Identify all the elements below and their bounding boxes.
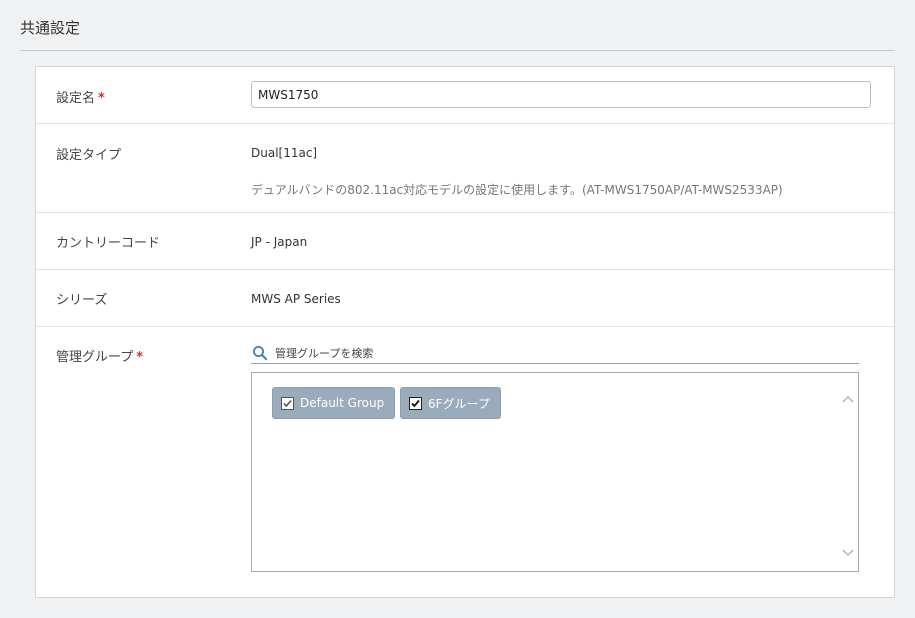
settings-panel: 設定名* 設定タイプ Dual[11ac] デュアルバンドの802.11ac対応… bbox=[35, 66, 895, 598]
group-search-input[interactable] bbox=[273, 343, 857, 363]
scroll-down-chevron-icon[interactable] bbox=[842, 543, 854, 557]
group-chip-default-group[interactable]: Default Group bbox=[272, 387, 396, 419]
series-value: MWS AP Series bbox=[251, 292, 341, 306]
required-mark: * bbox=[98, 91, 105, 106]
setting-type-label: 設定タイプ bbox=[56, 148, 122, 163]
setting-name-label-text: 設定名 bbox=[56, 91, 96, 106]
row-series: シリーズ MWS AP Series bbox=[36, 270, 894, 327]
section-title: 共通設定 bbox=[20, 19, 81, 37]
group-chip-6f-group[interactable]: 6Fグループ bbox=[400, 387, 501, 419]
setting-name-label: 設定名 * bbox=[56, 87, 105, 106]
search-icon bbox=[252, 345, 268, 361]
checkbox-checked-icon[interactable] bbox=[409, 396, 422, 410]
country-code-value: JP - Japan bbox=[251, 235, 308, 249]
setting-name-input[interactable] bbox=[251, 81, 871, 108]
management-group-label-text: 管理グループ bbox=[56, 350, 134, 365]
section-divider bbox=[20, 50, 895, 51]
series-label: シリーズ bbox=[56, 293, 108, 308]
row-management-group: 管理グループ* Default Group bbox=[36, 327, 894, 597]
management-group-label: 管理グループ * bbox=[56, 346, 143, 365]
row-setting-name: 設定名 * bbox=[36, 67, 894, 124]
country-code-label: カントリーコード bbox=[56, 236, 161, 251]
setting-type-description: デュアルバンドの802.11ac対応モデルの設定に使用します。(AT-MWS17… bbox=[251, 183, 783, 197]
setting-type-value: Dual[11ac] bbox=[251, 146, 318, 160]
group-list-box: Default Group 6Fグループ bbox=[251, 372, 859, 572]
row-country-code: カントリーコード JP - Japan bbox=[36, 213, 894, 270]
required-mark: * bbox=[136, 350, 144, 365]
group-search bbox=[251, 343, 859, 364]
group-chip-label: 6Fグループ bbox=[428, 396, 490, 411]
checkbox-checked-icon[interactable] bbox=[281, 396, 294, 410]
scroll-up-chevron-icon[interactable] bbox=[842, 389, 854, 403]
row-setting-type: 設定タイプ Dual[11ac] デュアルバンドの802.11ac対応モデルの設… bbox=[36, 124, 894, 213]
group-chip-label: Default Group bbox=[300, 396, 385, 410]
